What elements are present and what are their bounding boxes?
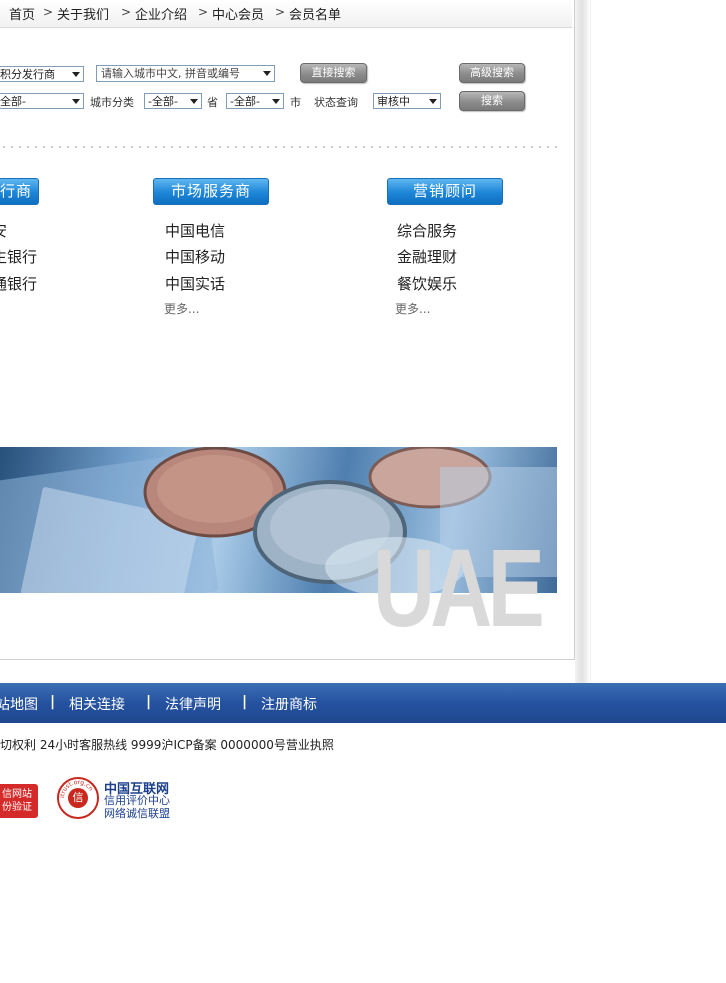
footer-nav: 站地图 | 相关连接 | 法律声明 | 注册商标	[0, 683, 726, 723]
city-label: 市	[290, 96, 301, 109]
city-search-input[interactable]: 请输入城市中文, 拼音或编号	[96, 65, 275, 82]
footer-separator: |	[242, 694, 248, 710]
breadcrumb-current: 会员名单	[289, 8, 342, 23]
breadcrumb-about[interactable]: 关于我们	[57, 4, 109, 23]
city-category-label: 城市分类	[90, 96, 134, 109]
city-select[interactable]: -全部-	[226, 93, 284, 109]
list-item[interactable]: 综合服务	[397, 220, 457, 241]
breadcrumb-members[interactable]: 中心会员	[212, 4, 264, 23]
banner-uae-text: UAE	[373, 527, 545, 650]
chevron-down-icon	[190, 99, 198, 104]
breadcrumb-separator: >	[43, 5, 54, 19]
status-label: 状态查询	[314, 96, 358, 109]
footer-link-trademark[interactable]: 注册商标	[261, 694, 317, 714]
footer-link-sitemap[interactable]: 站地图	[0, 694, 38, 714]
province-label: 省	[207, 96, 218, 109]
copyright-text: 切权利 24小时客服热线 9999沪ICP备案 0000000号营业执照	[0, 738, 334, 752]
chevron-down-icon	[72, 72, 80, 77]
footer-link-related[interactable]: 相关连接	[69, 694, 125, 714]
status-select[interactable]: 审核中	[373, 93, 441, 109]
breadcrumb: 首页 > 关于我们 > 企业介绍 > 中心会员 > 会员名单	[0, 0, 572, 28]
status-select-value: 审核中	[377, 95, 410, 108]
direct-search-button[interactable]: 直接搜索	[300, 63, 367, 83]
breadcrumb-separator: >	[198, 5, 209, 19]
panel-edge	[590, 0, 591, 683]
chevron-down-icon	[272, 99, 280, 104]
chevron-down-icon	[263, 71, 271, 76]
category-select[interactable]: 全部-	[0, 93, 84, 109]
badge-line: 信网站	[2, 789, 32, 800]
dotted-divider	[0, 146, 560, 148]
category-tag-issuers[interactable]: 行商	[0, 178, 39, 205]
issuer-select-value: 积分发行商	[0, 68, 55, 81]
more-link[interactable]: 更多...	[164, 300, 199, 317]
more-link[interactable]: 更多...	[395, 300, 430, 317]
breadcrumb-company[interactable]: 企业介绍	[135, 4, 187, 23]
category-select-value: 全部-	[0, 95, 26, 108]
list-item[interactable]: 生银行	[0, 246, 37, 267]
list-item[interactable]: 通银行	[0, 273, 37, 294]
trusted-site-badge[interactable]: 信网站 份验证	[0, 784, 38, 818]
list-item[interactable]: 安	[0, 220, 7, 241]
city-category-value: -全部-	[148, 95, 178, 108]
org-subtitle: 信用评价中心 网络诚信联盟	[104, 794, 170, 820]
panel-shadow	[575, 0, 589, 683]
list-item[interactable]: 中国电信	[165, 220, 225, 241]
chevron-down-icon	[429, 99, 437, 104]
city-search-placeholder: 请输入城市中文, 拼音或编号	[101, 67, 240, 80]
breadcrumb-separator: >	[275, 5, 286, 19]
breadcrumb-separator: >	[121, 5, 132, 19]
city-select-value: -全部-	[230, 95, 260, 108]
org-subtitle-line: 网络诚信联盟	[104, 807, 170, 820]
seal-center-text: 信	[68, 788, 88, 808]
list-item[interactable]: 金融理财	[397, 246, 457, 267]
advanced-search-button[interactable]: 高级搜索	[459, 63, 525, 83]
list-item[interactable]: 餐饮娱乐	[397, 273, 457, 294]
itrust-seal-icon[interactable]: itrust.org.cn 信	[57, 777, 99, 819]
footer-separator: |	[50, 694, 56, 710]
issuer-select[interactable]: 积分发行商	[0, 66, 84, 82]
chevron-down-icon	[72, 99, 80, 104]
footer-separator: |	[146, 694, 152, 710]
footer-link-legal[interactable]: 法律声明	[165, 694, 221, 714]
list-item[interactable]: 中国实话	[165, 273, 225, 294]
category-tag-service[interactable]: 市场服务商	[153, 178, 269, 205]
badge-line: 份验证	[2, 802, 32, 813]
org-subtitle-line: 信用评价中心	[104, 794, 170, 807]
list-item[interactable]: 中国移动	[165, 246, 225, 267]
category-tag-marketing[interactable]: 营销顾问	[387, 178, 503, 205]
breadcrumb-home[interactable]: 首页	[9, 4, 35, 23]
city-category-select[interactable]: -全部-	[144, 93, 202, 109]
search-button[interactable]: 搜索	[459, 91, 525, 111]
